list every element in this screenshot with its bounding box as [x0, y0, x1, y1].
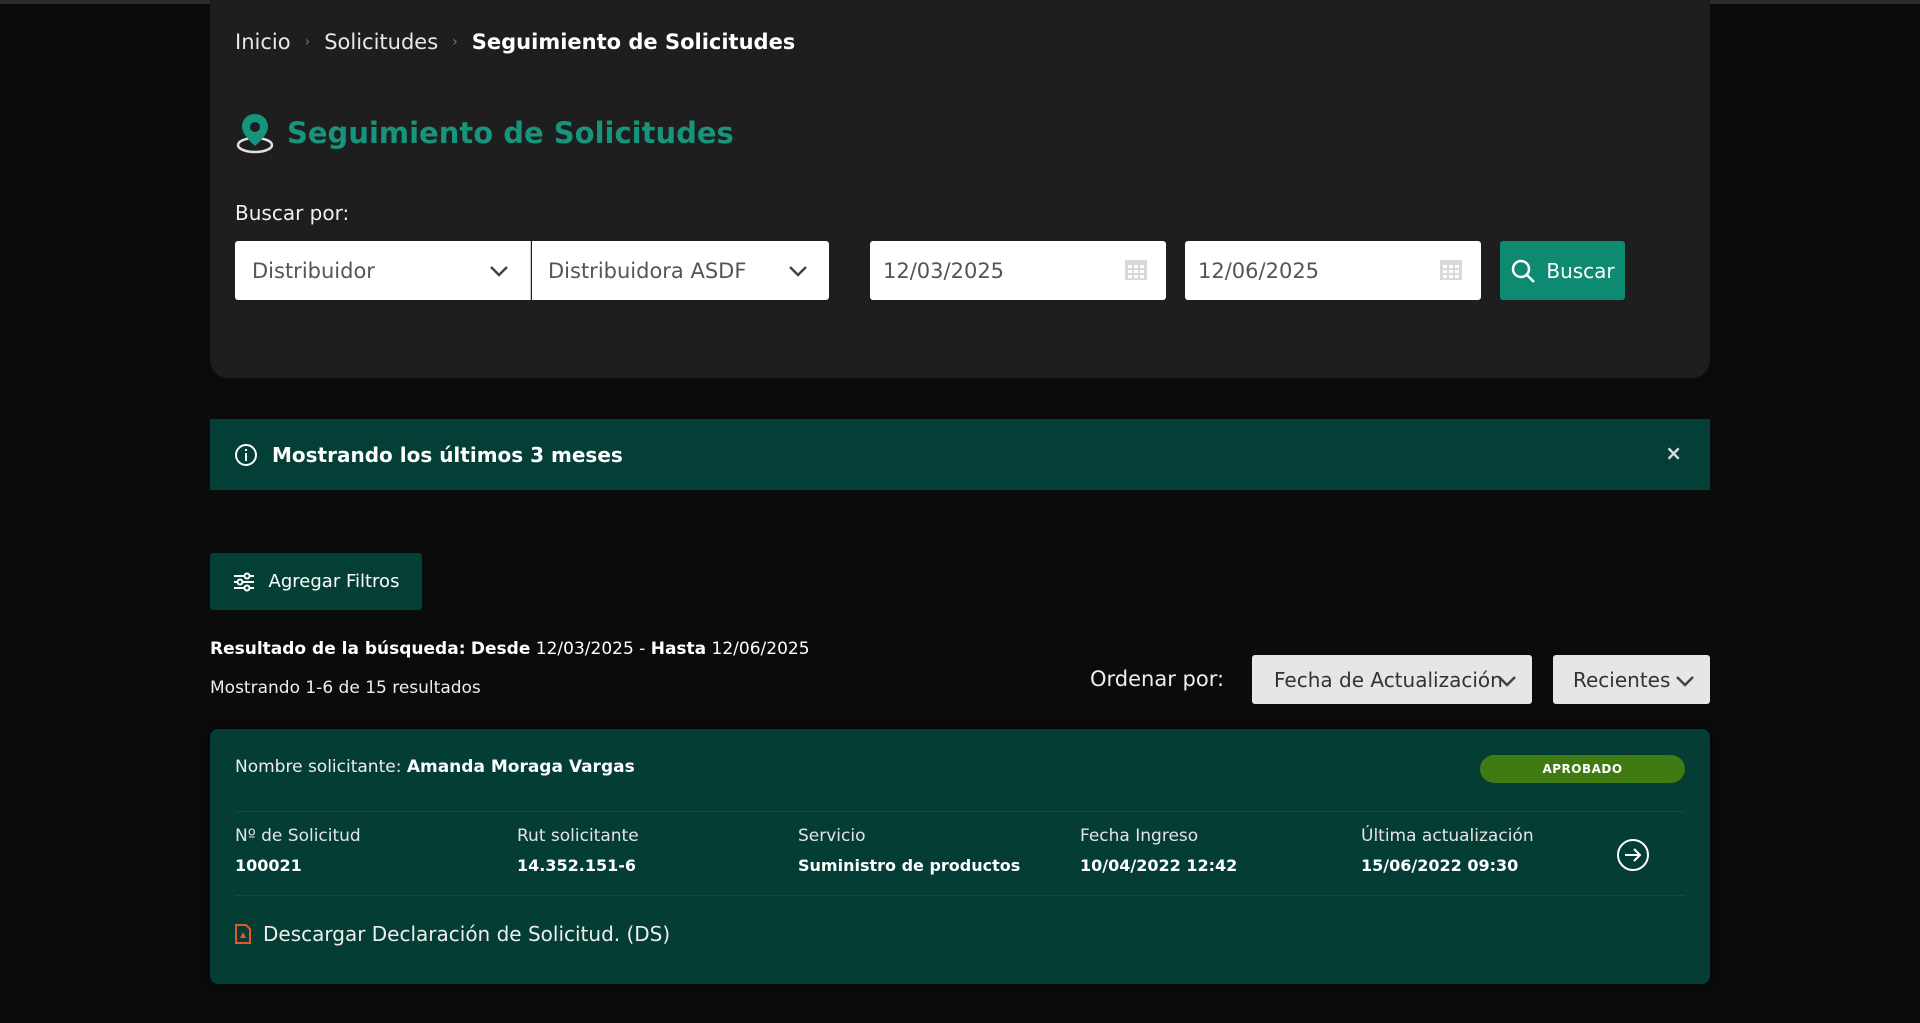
alert-text: Mostrando los últimos 3 meses: [272, 442, 623, 467]
arrow-right-circle-icon[interactable]: [1616, 838, 1650, 872]
chevron-down-icon: [789, 266, 807, 277]
search-label: Buscar por:: [235, 201, 350, 225]
field-entry-date: Fecha Ingreso 10/04/2022 12:42: [1080, 826, 1237, 875]
close-icon[interactable]: ×: [1665, 441, 1682, 465]
date-to-input[interactable]: 12/06/2025: [1185, 241, 1481, 300]
add-filters-label: Agregar Filtros: [268, 571, 400, 592]
results-count: Mostrando 1-6 de 15 resultados: [210, 678, 481, 698]
date-to-value: 12/06/2025: [1198, 258, 1320, 283]
field-value: 15/06/2022 09:30: [1361, 856, 1519, 875]
calendar-icon[interactable]: [1124, 259, 1148, 281]
range-to-value: 12/06/2025: [711, 639, 810, 659]
field-service: Servicio Suministro de productos: [798, 826, 1020, 875]
card-divider: [235, 895, 1685, 896]
field-value: 100021: [235, 856, 302, 875]
range-from-label: Desde: [470, 639, 531, 659]
search-icon: [1512, 259, 1536, 283]
field-value: 14.352.151-6: [517, 856, 636, 875]
applicant-label: Nombre solicitante:: [235, 757, 402, 777]
search-type-value: Distribuidor: [252, 258, 375, 283]
range-separator: -: [639, 639, 646, 659]
search-panel: Inicio › Solicitudes › Seguimiento de So…: [210, 0, 1710, 378]
info-icon: [235, 443, 257, 466]
page-title: Seguimiento de Solicitudes: [287, 116, 734, 150]
location-pin-icon: [236, 114, 274, 154]
info-alert: Mostrando los últimos 3 meses ×: [210, 419, 1710, 490]
chevron-down-icon: [1498, 676, 1516, 687]
breadcrumb-current: Seguimiento de Solicitudes: [471, 30, 796, 54]
field-request-number: Nº de Solicitud 100021: [235, 826, 361, 875]
sort-label: Ordenar por:: [1090, 667, 1225, 691]
add-filters-button[interactable]: Agregar Filtros: [210, 553, 422, 610]
range-to-label: Hasta: [650, 639, 707, 659]
date-from-input[interactable]: 12/03/2025: [870, 241, 1166, 300]
range-from-value: 12/03/2025: [535, 639, 634, 659]
field-last-update: Última actualización 15/06/2022 09:30: [1361, 826, 1534, 875]
date-from-value: 12/03/2025: [883, 258, 1005, 283]
applicant: Nombre solicitante: Amanda Moraga Vargas: [235, 757, 635, 777]
download-label: Descargar Declaración de Solicitud. (DS): [263, 922, 671, 946]
field-label: Servicio: [798, 826, 866, 846]
results-range: Resultado de la búsqueda: Desde 12/03/20…: [210, 639, 810, 659]
field-label: Última actualización: [1361, 826, 1534, 846]
sort-field-value: Fecha de Actualización: [1274, 667, 1503, 692]
search-button[interactable]: Buscar: [1500, 241, 1625, 300]
entity-value: Distribuidora ASDF: [548, 258, 747, 283]
calendar-icon[interactable]: [1439, 259, 1463, 281]
field-value: Suministro de productos: [798, 856, 1021, 875]
sliders-icon: [233, 572, 254, 591]
chevron-down-icon: [1676, 676, 1694, 687]
pdf-icon: [235, 924, 251, 944]
field-label: Rut solicitante: [517, 826, 639, 846]
search-button-label: Buscar: [1546, 258, 1615, 283]
field-label: Nº de Solicitud: [235, 826, 361, 846]
sort-field-select[interactable]: Fecha de Actualización: [1252, 655, 1532, 704]
card-divider: [235, 811, 1685, 812]
download-ds-link[interactable]: Descargar Declaración de Solicitud. (DS): [235, 922, 670, 946]
breadcrumb: Inicio › Solicitudes › Seguimiento de So…: [235, 30, 795, 54]
field-value: 10/04/2022 12:42: [1080, 856, 1238, 875]
search-type-select[interactable]: Distribuidor: [235, 241, 531, 300]
request-card: Nombre solicitante: Amanda Moraga Vargas…: [210, 729, 1710, 984]
entity-select[interactable]: Distribuidora ASDF: [532, 241, 829, 300]
applicant-name: Amanda Moraga Vargas: [406, 757, 635, 777]
breadcrumb-inicio[interactable]: Inicio: [235, 30, 291, 54]
range-label: Resultado de la búsqueda:: [210, 639, 466, 659]
field-label: Fecha Ingreso: [1080, 826, 1199, 846]
status-badge: APROBADO: [1480, 755, 1685, 783]
sort-order-value: Recientes: [1573, 667, 1671, 692]
page-title-row: Seguimiento de Solicitudes: [235, 112, 734, 154]
chevron-down-icon: [490, 266, 508, 277]
breadcrumb-solicitudes[interactable]: Solicitudes: [324, 30, 438, 54]
field-rut: Rut solicitante 14.352.151-6: [517, 826, 639, 875]
breadcrumb-separator-icon: ›: [304, 34, 311, 50]
breadcrumb-separator-icon: ›: [452, 34, 458, 50]
sort-order-select[interactable]: Recientes: [1553, 655, 1710, 704]
